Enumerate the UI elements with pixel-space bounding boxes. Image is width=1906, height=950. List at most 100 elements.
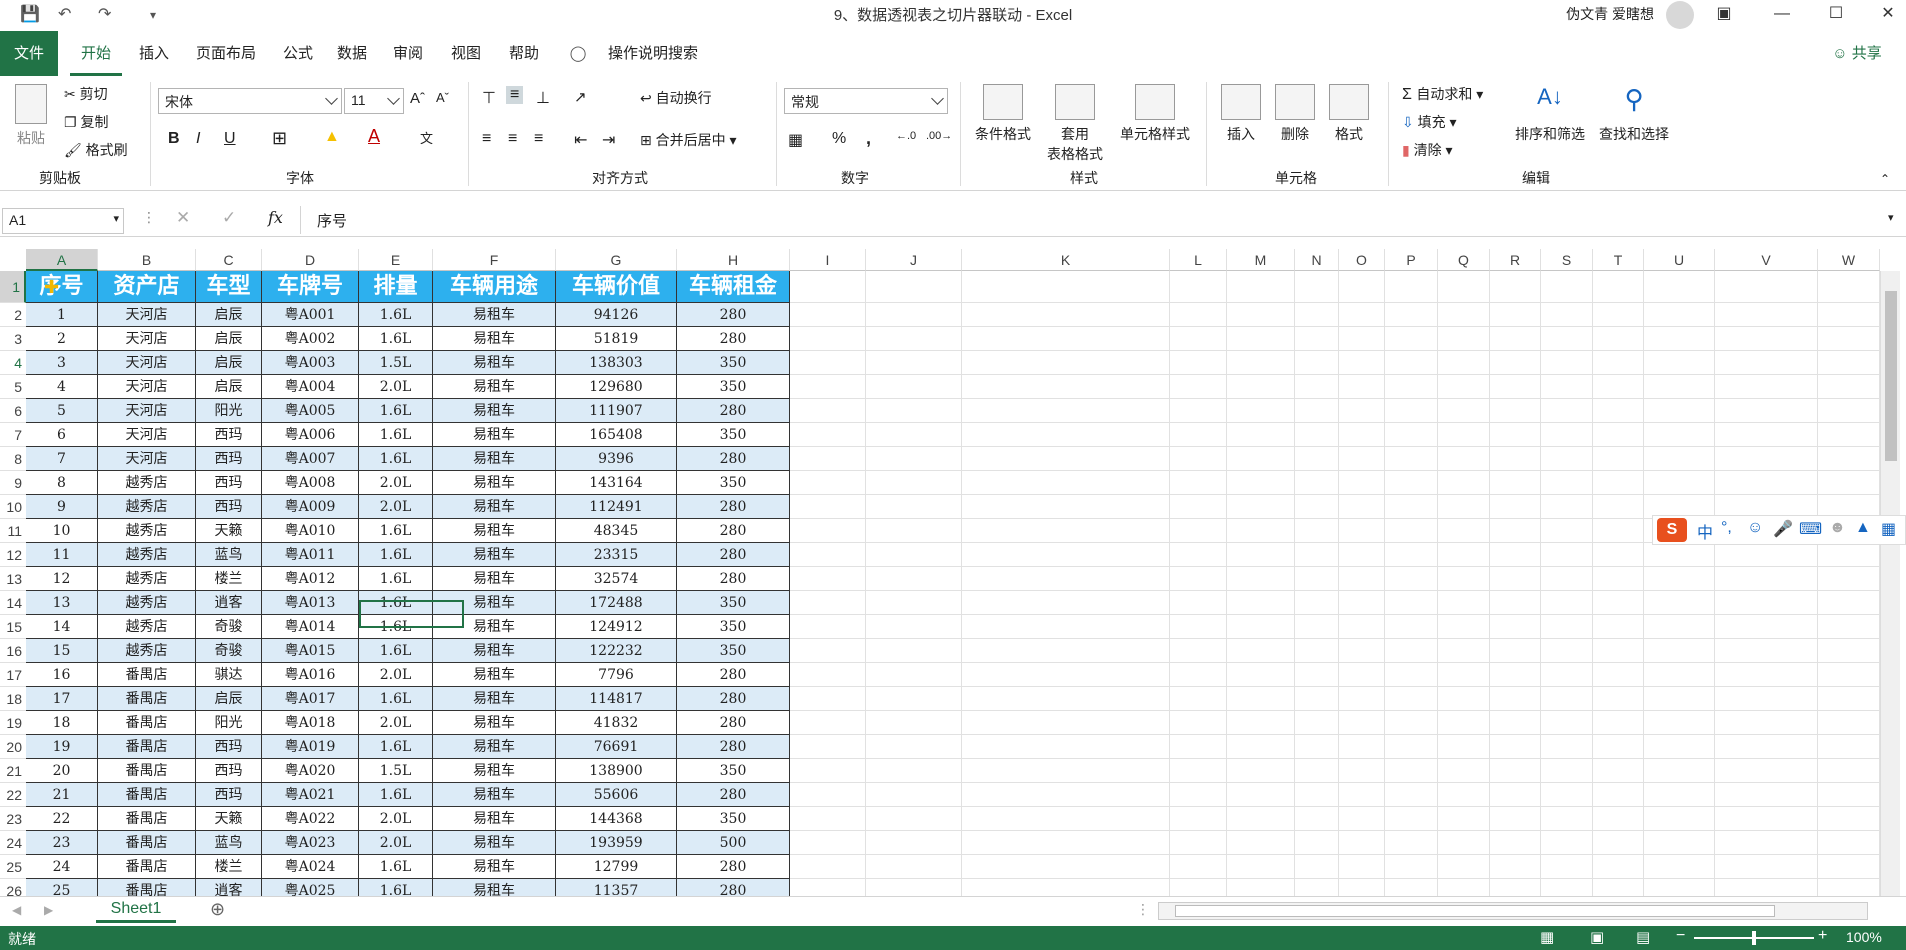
row-header[interactable]: 15 <box>0 615 26 639</box>
paste-button[interactable]: 粘贴 <box>10 84 52 148</box>
table-cell[interactable]: 番禺店 <box>98 879 196 896</box>
column-header-a[interactable]: A <box>26 249 98 271</box>
percent-button[interactable]: % <box>832 130 846 148</box>
table-cell[interactable]: 3 <box>26 351 98 375</box>
table-cell[interactable]: 易租车 <box>433 471 556 495</box>
table-cell[interactable]: 天河店 <box>98 351 196 375</box>
table-cell[interactable]: 2.0L <box>359 375 433 399</box>
table-cell[interactable]: 21 <box>26 783 98 807</box>
table-cell[interactable]: 越秀店 <box>98 639 196 663</box>
table-cell[interactable]: 粤A010 <box>262 519 359 543</box>
table-cell[interactable]: 280 <box>677 783 790 807</box>
table-cell[interactable]: 1 <box>26 303 98 327</box>
table-cell[interactable]: 西玛 <box>196 447 262 471</box>
column-header-k[interactable]: K <box>962 249 1170 271</box>
table-cell[interactable]: 粤A003 <box>262 351 359 375</box>
row-header[interactable]: 9 <box>0 471 26 495</box>
table-cell[interactable]: 2 <box>26 327 98 351</box>
table-cell[interactable]: 粤A020 <box>262 759 359 783</box>
table-cell[interactable]: 粤A015 <box>262 639 359 663</box>
table-cell[interactable]: 94126 <box>556 303 677 327</box>
table-cell[interactable]: 2.0L <box>359 495 433 519</box>
row-header[interactable]: 7 <box>0 423 26 447</box>
column-header-t[interactable]: T <box>1593 249 1644 271</box>
table-cell[interactable]: 13 <box>26 591 98 615</box>
table-cell[interactable]: 17 <box>26 687 98 711</box>
table-cell[interactable]: 350 <box>677 591 790 615</box>
row-header[interactable]: 13 <box>0 567 26 591</box>
table-cell[interactable]: 易租车 <box>433 735 556 759</box>
row-header[interactable]: 5 <box>0 375 26 399</box>
table-cell[interactable]: 天河店 <box>98 423 196 447</box>
table-cell[interactable]: 粤A019 <box>262 735 359 759</box>
increase-decimal-icon[interactable]: ←.0 <box>896 130 916 142</box>
table-cell[interactable]: 1.6L <box>359 735 433 759</box>
ime-toolbar[interactable]: S 中 °, ☺ 🎤 ⌨ ☻ ▲ ▦ <box>1652 515 1906 545</box>
insert-function-icon[interactable]: fx <box>268 208 283 227</box>
table-cell[interactable]: 番禺店 <box>98 711 196 735</box>
column-header-n[interactable]: N <box>1295 249 1339 271</box>
table-cell[interactable]: 易租车 <box>433 351 556 375</box>
column-header-w[interactable]: W <box>1818 249 1880 271</box>
decrease-decimal-icon[interactable]: .00→ <box>926 130 952 142</box>
orientation-icon[interactable]: ↗ <box>574 88 587 106</box>
table-cell[interactable]: 23315 <box>556 543 677 567</box>
table-cell[interactable]: 粤A025 <box>262 879 359 896</box>
column-header-d[interactable]: D <box>262 249 359 271</box>
table-cell[interactable]: 越秀店 <box>98 519 196 543</box>
skin-icon[interactable]: ▲ <box>1855 519 1871 537</box>
table-cell[interactable]: 番禺店 <box>98 783 196 807</box>
toolbox-icon[interactable]: ▦ <box>1881 519 1896 539</box>
table-cell[interactable]: 天河店 <box>98 447 196 471</box>
borders-icon[interactable]: ⊞ <box>272 128 287 149</box>
table-cell[interactable]: 2.0L <box>359 471 433 495</box>
table-cell[interactable]: 9 <box>26 495 98 519</box>
table-cell[interactable]: 粤A023 <box>262 831 359 855</box>
table-cell[interactable]: 易租车 <box>433 375 556 399</box>
maximize-icon[interactable]: ☐ <box>1806 0 1866 30</box>
grow-font-icon[interactable]: Aˆ <box>410 90 425 107</box>
table-cell[interactable]: 粤A018 <box>262 711 359 735</box>
scroll-thumb[interactable] <box>1885 291 1897 461</box>
table-cell[interactable]: 西玛 <box>196 735 262 759</box>
table-cell[interactable]: 启辰 <box>196 327 262 351</box>
table-cell[interactable]: 粤A011 <box>262 543 359 567</box>
table-cell[interactable]: 越秀店 <box>98 615 196 639</box>
table-cell[interactable]: 易租车 <box>433 543 556 567</box>
column-header-f[interactable]: F <box>433 249 556 271</box>
row-header[interactable]: 4 <box>0 351 26 375</box>
table-cell[interactable]: 55606 <box>556 783 677 807</box>
table-cell[interactable]: 350 <box>677 423 790 447</box>
expand-formula-icon[interactable]: ▾ <box>1888 211 1894 224</box>
table-cell[interactable]: 番禺店 <box>98 687 196 711</box>
table-cell[interactable]: 165408 <box>556 423 677 447</box>
column-header-v[interactable]: V <box>1715 249 1818 271</box>
table-cell[interactable]: 粤A024 <box>262 855 359 879</box>
zoom-slider-thumb[interactable] <box>1752 931 1756 945</box>
header-cell[interactable]: 资产店 <box>98 271 196 303</box>
align-right-icon[interactable]: ≡ <box>534 130 543 148</box>
table-cell[interactable]: 2.0L <box>359 807 433 831</box>
table-cell[interactable]: 易租车 <box>433 639 556 663</box>
column-header-h[interactable]: H <box>677 249 790 271</box>
align-left-icon[interactable]: ≡ <box>482 130 491 148</box>
table-cell[interactable]: 粤A021 <box>262 783 359 807</box>
table-cell[interactable]: 5 <box>26 399 98 423</box>
person-icon[interactable]: ☻ <box>1829 519 1846 537</box>
table-cell[interactable]: 111907 <box>556 399 677 423</box>
table-cell[interactable]: 天籁 <box>196 519 262 543</box>
zoom-level[interactable]: 100% <box>1846 929 1882 945</box>
table-cell[interactable]: 12 <box>26 567 98 591</box>
table-cell[interactable]: 天河店 <box>98 303 196 327</box>
table-cell[interactable]: 16 <box>26 663 98 687</box>
row-header[interactable]: 21 <box>0 759 26 783</box>
header-cell[interactable]: 车辆价值 <box>556 271 677 303</box>
table-cell[interactable]: 易租车 <box>433 423 556 447</box>
tab-page-layout[interactable]: 页面布局 <box>186 31 266 76</box>
cut-button[interactable]: ✂ 剪切 <box>64 84 108 104</box>
row-header[interactable]: 16 <box>0 639 26 663</box>
table-cell[interactable]: 350 <box>677 759 790 783</box>
column-header-q[interactable]: Q <box>1438 249 1490 271</box>
table-cell[interactable]: 天籁 <box>196 807 262 831</box>
table-cell[interactable]: 280 <box>677 663 790 687</box>
